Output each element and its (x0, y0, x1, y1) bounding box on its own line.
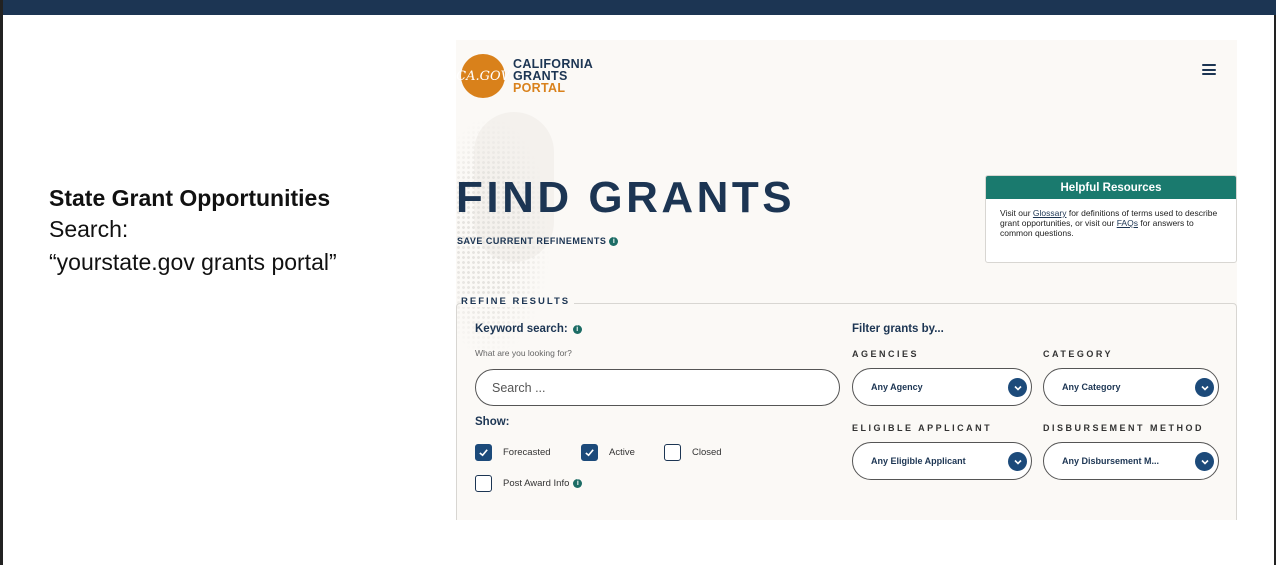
save-refinements-link[interactable]: SAVE CURRENT REFINEMENTS i (457, 236, 619, 246)
keyword-search-label-text: Keyword search: (475, 323, 568, 335)
hamburger-menu-icon[interactable] (1202, 64, 1216, 75)
logo-wordmark: CALIFORNIA GRANTS PORTAL (513, 58, 593, 95)
eligible-applicant-select[interactable]: Any Eligible Applicant (852, 442, 1032, 480)
info-icon[interactable]: i (573, 479, 583, 488)
checkbox-label: Closed (692, 447, 722, 458)
checkbox-active[interactable]: Active (581, 444, 635, 461)
keyword-search-label: Keyword search: i (475, 323, 582, 335)
checkbox-box[interactable] (581, 444, 598, 461)
checkbox-box[interactable] (475, 444, 492, 461)
checkbox-box[interactable] (664, 444, 681, 461)
checkbox-label: Forecasted (503, 447, 551, 458)
checkbox-post-award-info[interactable]: Post Award Info i (475, 475, 583, 492)
info-icon[interactable]: i (572, 324, 582, 334)
resources-text-1: Visit our (1000, 208, 1033, 218)
checkbox-box[interactable] (475, 475, 492, 492)
show-label: Show: (475, 416, 510, 428)
chevron-down-icon (1008, 452, 1027, 471)
keyword-search-hint: What are you looking for? (475, 348, 572, 358)
agency-select[interactable]: Any Agency (852, 368, 1032, 406)
category-caption: CATEGORY (1043, 349, 1114, 359)
helpful-resources-heading: Helpful Resources (986, 176, 1236, 199)
agency-select-value: Any Agency (871, 382, 923, 392)
checkbox-closed[interactable]: Closed (664, 444, 722, 461)
caption-title: State Grant Opportunities (49, 185, 331, 211)
faqs-link[interactable]: FAQs (1117, 218, 1138, 228)
category-select-value: Any Category (1062, 382, 1121, 392)
chevron-down-icon (1195, 452, 1214, 471)
slide-top-bar (3, 0, 1276, 15)
eligible-applicant-select-value: Any Eligible Applicant (871, 456, 966, 466)
checkmark-icon (585, 449, 594, 457)
disbursement-method-caption: DISBURSEMENT METHOD (1043, 423, 1205, 433)
caption-line-search: Search: (49, 216, 129, 242)
site-logo[interactable]: CA.GOV CALIFORNIA GRANTS PORTAL (456, 54, 593, 98)
checkmark-icon (479, 449, 488, 457)
disbursement-method-select[interactable]: Any Disbursement M... (1043, 442, 1219, 480)
glossary-link[interactable]: Glossary (1033, 208, 1067, 218)
checkbox-label: Post Award Info (503, 478, 570, 489)
ca-gov-seal-icon: CA.GOV (456, 54, 510, 98)
refine-results-legend: REFINE RESULTS (461, 296, 575, 307)
chevron-down-icon (1195, 378, 1214, 397)
keyword-search-input[interactable] (475, 369, 840, 406)
slide-frame: State Grant Opportunities Search: “yours… (0, 0, 1276, 565)
info-icon[interactable]: i (609, 236, 619, 246)
helpful-resources-panel: Helpful Resources Visit our Glossary for… (985, 175, 1237, 263)
page-title: FIND GRANTS (456, 173, 796, 222)
filter-grants-label: Filter grants by... (852, 323, 944, 335)
category-select[interactable]: Any Category (1043, 368, 1219, 406)
disbursement-method-select-value: Any Disbursement M... (1062, 456, 1160, 466)
helpful-resources-text: Visit our Glossary for definitions of te… (986, 199, 1236, 238)
save-refinements-label: SAVE CURRENT REFINEMENTS (457, 236, 607, 246)
slide-caption: State Grant Opportunities Search: “yours… (49, 183, 337, 279)
checkbox-label: Active (609, 447, 635, 458)
agencies-caption: AGENCIES (852, 349, 920, 359)
eligible-applicant-caption: ELIGIBLE APPLICANT (852, 423, 993, 433)
checkbox-forecasted[interactable]: Forecasted (475, 444, 551, 461)
chevron-down-icon (1008, 378, 1027, 397)
grants-portal-screenshot: CA.GOV CALIFORNIA GRANTS PORTAL FIND GRA… (456, 40, 1237, 520)
logo-line-portal: PORTAL (513, 81, 566, 95)
caption-line-query: “yourstate.gov grants portal” (49, 249, 337, 275)
